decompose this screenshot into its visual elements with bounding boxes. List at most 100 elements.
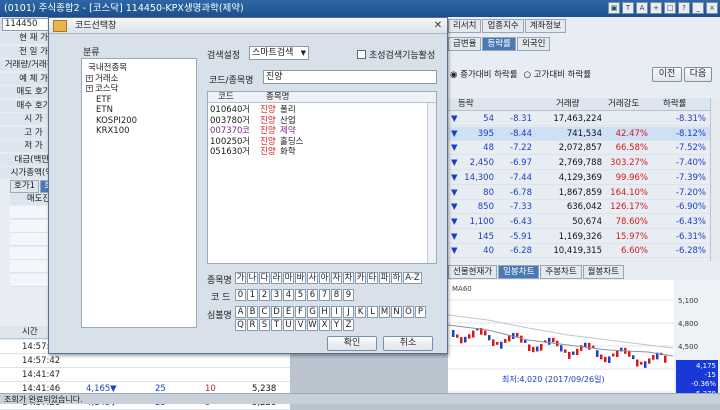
key-파[interactable]: 파 [379,272,390,284]
window-button-3[interactable]: + [650,2,662,14]
tree-node[interactable]: + 거래소 [86,74,118,84]
tab-0[interactable]: 리서치 [448,19,482,33]
key-E[interactable]: E [283,306,294,318]
tab-orderbook-1[interactable]: 호가1 [10,180,40,193]
chart-tab-0[interactable]: 선물현재가 [448,265,498,279]
key-W[interactable]: W [307,319,318,331]
key-D[interactable]: D [271,306,282,318]
key-Q[interactable]: Q [235,319,246,331]
result-row[interactable]: 051630 거 진양 화학 [208,147,436,157]
search-input[interactable]: 진양 [263,70,437,84]
key-가[interactable]: 가 [235,272,246,284]
key-1[interactable]: 1 [247,289,258,301]
result-row[interactable]: 010640 거 진양 폴리 [208,105,436,115]
tree-node[interactable]: KOSPI200 [96,116,137,126]
key-B[interactable]: B [247,306,258,318]
ranking-row[interactable]: ▼ 395 -8.44 741,534 42.47% -8.12% [448,126,710,141]
key-사[interactable]: 사 [307,272,318,284]
key-자[interactable]: 자 [331,272,342,284]
chart-tab-1[interactable]: 일봉차트 [498,265,540,279]
key-C[interactable]: C [259,306,270,318]
ranking-row[interactable]: ▼ 54 -8.31 17,463,224 -8.31% [448,112,710,126]
key-2[interactable]: 2 [259,289,270,301]
ranking-scrollbar[interactable] [710,98,720,261]
key-5[interactable]: 5 [295,289,306,301]
key-J[interactable]: J [343,306,354,318]
tree-node[interactable]: KRX100 [96,126,130,136]
ranking-row[interactable]: ▼ 14,300 -7.44 4,129,369 99.96% -7.39% [448,171,710,185]
tree-node[interactable]: 국내전종목 [88,63,127,73]
ranking-row[interactable]: ▼ 80 -6.78 1,867,859 164.10% -7.20% [448,186,710,200]
key-6[interactable]: 6 [307,289,318,301]
result-row[interactable]: 100250 거 진양 홀딩스 [208,137,436,147]
ranking-row[interactable]: ▼ 48 -7.22 2,072,857 66.58% -7.52% [448,141,710,156]
key-0[interactable]: 0 [235,289,246,301]
key-T[interactable]: T [271,319,282,331]
key-타[interactable]: 타 [367,272,378,284]
ranking-row[interactable]: ▼ 40 -6.28 10,419,315 6.60% -6.28% [448,244,710,259]
key-Z[interactable]: Z [343,319,354,331]
stock-code-combo[interactable]: 114450 [2,18,50,31]
prev-button[interactable]: 이전 [652,67,682,82]
window-button-6[interactable]: _ [692,2,704,14]
window-button-0[interactable]: ▣ [608,2,620,14]
window-button-1[interactable]: T [622,2,634,14]
window-button-5[interactable]: ? [678,2,690,14]
price-chart[interactable]: 5,1004,8004,5004,2003,900 050607080910 M… [447,280,720,404]
tree-node[interactable]: + 코스닥 [86,84,118,94]
window-button-2[interactable]: A [636,2,648,14]
result-grid-scrollbar[interactable] [427,103,436,263]
chart-tab-2[interactable]: 주봉차트 [540,265,582,279]
key-S[interactable]: S [259,319,270,331]
key-V[interactable]: V [295,319,306,331]
key-바[interactable]: 바 [295,272,306,284]
key-차[interactable]: 차 [343,272,354,284]
key-X[interactable]: X [319,319,330,331]
tab-mid-0[interactable]: 급변율 [448,37,482,51]
ranking-row[interactable]: ▼ 2,450 -6.97 2,769,788 303.27% -7.40% [448,156,710,171]
key-카[interactable]: 카 [355,272,366,284]
expand-icon[interactable]: + [86,74,93,82]
tab-1[interactable]: 업종지수 [482,19,524,33]
ranking-row[interactable]: ▼ 145 -5.91 1,169,326 15.97% -6.31% [448,230,710,244]
ok-button[interactable]: 확인 [327,336,377,351]
key-Y[interactable]: Y [331,319,342,331]
radio-close-drop[interactable]: ◉ 종가대비 하락률 [450,68,518,80]
window-button-7[interactable]: × [706,2,718,14]
key-마[interactable]: 마 [283,272,294,284]
next-button[interactable]: 다음 [684,67,712,82]
chosung-checkbox[interactable]: 초성검색기능활성 [357,48,435,61]
close-icon[interactable]: ✕ [431,19,445,32]
tree-node[interactable]: ETN [96,105,113,115]
key-N[interactable]: N [391,306,402,318]
key-라[interactable]: 라 [271,272,282,284]
result-row[interactable]: 007370 코 진양 제약 [208,126,436,136]
key-U[interactable]: U [283,319,294,331]
key-I[interactable]: I [331,306,342,318]
key-L[interactable]: L [367,306,378,318]
key-4[interactable]: 4 [283,289,294,301]
radio-high-drop[interactable]: ○ 고가대비 하락률 [524,68,592,80]
key-H[interactable]: H [319,306,330,318]
key-M[interactable]: M [379,306,390,318]
key-A-Z[interactable]: A-Z [403,272,422,284]
window-button-4[interactable]: □ [664,2,676,14]
key-7[interactable]: 7 [319,289,330,301]
chart-tab-3[interactable]: 월봉차트 [582,265,624,279]
tab-2[interactable]: 계좌정보 [524,19,567,33]
key-F[interactable]: F [295,306,306,318]
key-3[interactable]: 3 [271,289,282,301]
cancel-button[interactable]: 취소 [383,336,433,351]
expand-icon[interactable]: + [86,85,93,92]
key-O[interactable]: O [403,306,414,318]
ranking-row[interactable]: ▼ 1,100 -6.43 50,674 78.60% -6.43% [448,215,710,229]
tree-node[interactable]: ETF [96,95,111,105]
tab-mid-2[interactable]: 외국인 [516,37,551,51]
key-8[interactable]: 8 [331,289,342,301]
key-G[interactable]: G [307,306,318,318]
key-하[interactable]: 하 [391,272,402,284]
key-아[interactable]: 아 [319,272,330,284]
key-나[interactable]: 나 [247,272,258,284]
key-9[interactable]: 9 [343,289,354,301]
key-A[interactable]: A [235,306,246,318]
